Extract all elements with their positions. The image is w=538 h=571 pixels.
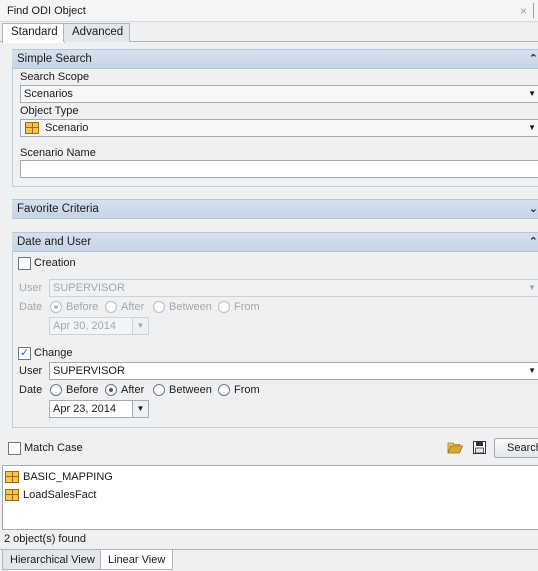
match-case-label: Match Case [24, 442, 83, 454]
search-scope-select[interactable]: Scenarios ▼ [20, 85, 538, 103]
creation-between-label: Between [169, 301, 212, 313]
date-user-title: Date and User [17, 236, 92, 248]
creation-between-radio[interactable] [153, 301, 165, 313]
close-icon[interactable]: × [520, 4, 527, 18]
creation-user-value: SUPERVISOR [53, 282, 125, 294]
chevron-down-icon: ▼ [528, 89, 536, 98]
date-user-body: Creation User SUPERVISOR ▼ Date Before A… [12, 252, 538, 428]
search-toolbar: Match Case Search [0, 432, 538, 464]
change-between-label: Between [169, 384, 212, 396]
grid-table-icon [5, 471, 19, 483]
match-case-checkbox[interactable] [8, 442, 21, 455]
status-bar: 2 object(s) found [2, 529, 538, 547]
simple-search-title: Simple Search [17, 53, 92, 65]
change-date-value: Apr 23, 2014 [53, 403, 116, 415]
object-type-value: Scenario [45, 122, 89, 134]
grid-table-icon [25, 122, 39, 134]
creation-label: Creation [34, 257, 76, 269]
tab-advanced[interactable]: Advanced [63, 23, 131, 42]
result-name: BASIC_MAPPING [23, 471, 113, 483]
tab-strip: Standard Advanced [0, 22, 538, 43]
creation-user-select[interactable]: SUPERVISOR ▼ [49, 279, 538, 297]
change-from-radio[interactable] [218, 384, 230, 396]
view-tab-strip: Hierarchical View Linear View [0, 549, 538, 571]
change-checkbox[interactable] [18, 346, 31, 360]
scenario-name-label: Scenario Name [20, 147, 96, 159]
object-type-label: Object Type [20, 105, 79, 117]
chevron-down-icon[interactable]: ▼ [132, 401, 148, 417]
change-before-radio[interactable] [50, 384, 62, 396]
window-title: Find ODI Object [7, 5, 86, 17]
title-divider [533, 3, 534, 18]
collapse-icon[interactable]: ⌃ [529, 52, 538, 65]
chevron-down-icon: ▼ [528, 366, 536, 375]
folder-open-icon[interactable] [447, 441, 464, 457]
search-button-label: Search [507, 442, 538, 454]
status-text: 2 object(s) found [4, 533, 86, 545]
chevron-down-icon: ▼ [528, 283, 536, 292]
simple-search-header[interactable]: Simple Search ⌃ [12, 49, 538, 69]
tab-hierarchical-view[interactable]: Hierarchical View [2, 550, 103, 570]
change-from-label: From [234, 384, 260, 396]
creation-date-value: Apr 30, 2014 [53, 320, 116, 332]
creation-checkbox[interactable] [18, 257, 31, 270]
save-disk-icon[interactable] [473, 441, 486, 457]
search-scope-value: Scenarios [24, 88, 73, 100]
favorite-criteria-title: Favorite Criteria [17, 203, 99, 215]
simple-search-body: Search Scope Scenarios ▼ Object Type Sce… [12, 69, 538, 187]
date-user-header[interactable]: Date and User ⌃ [12, 232, 538, 252]
change-date-picker[interactable]: Apr 23, 2014 ▼ [49, 400, 149, 418]
results-list: BASIC_MAPPING LoadSalesFact [2, 465, 538, 529]
scenario-name-input[interactable] [20, 160, 538, 178]
creation-date-label: Date [19, 301, 43, 313]
result-name: LoadSalesFact [23, 489, 97, 501]
creation-before-label: Before [66, 301, 99, 313]
chevron-down-icon: ▼ [528, 123, 536, 132]
change-label: Change [34, 347, 73, 359]
change-user-value: SUPERVISOR [53, 365, 125, 377]
grid-table-icon [5, 489, 19, 501]
tab-standard[interactable]: Standard [2, 23, 65, 43]
change-after-label: After [121, 384, 145, 396]
creation-before-radio[interactable] [50, 301, 62, 313]
list-item[interactable]: LoadSalesFact [3, 486, 537, 504]
title-bar: Find ODI Object × [0, 0, 538, 22]
creation-from-label: From [234, 301, 260, 313]
change-user-label: User [19, 365, 43, 377]
change-before-label: Before [66, 384, 99, 396]
search-scope-label: Search Scope [20, 71, 90, 83]
collapse-icon[interactable]: ⌃ [529, 235, 538, 248]
creation-date-picker[interactable]: Apr 30, 2014 ▼ [49, 317, 149, 335]
favorite-criteria-header[interactable]: Favorite Criteria ⌄ [12, 199, 538, 219]
change-between-radio[interactable] [153, 384, 165, 396]
creation-from-radio[interactable] [218, 301, 230, 313]
list-item[interactable]: BASIC_MAPPING [3, 468, 537, 486]
tab-linear-view[interactable]: Linear View [100, 550, 174, 570]
change-date-label: Date [19, 384, 43, 396]
creation-after-radio[interactable] [105, 301, 117, 313]
change-after-radio[interactable] [105, 384, 117, 396]
expand-icon[interactable]: ⌄ [529, 202, 538, 215]
creation-user-label: User [19, 282, 43, 294]
chevron-down-icon[interactable]: ▼ [132, 318, 148, 334]
creation-after-label: After [121, 301, 145, 313]
change-user-select[interactable]: SUPERVISOR ▼ [49, 362, 538, 380]
object-type-select[interactable]: Scenario ▼ [20, 119, 538, 137]
search-button[interactable]: Search [494, 438, 538, 458]
